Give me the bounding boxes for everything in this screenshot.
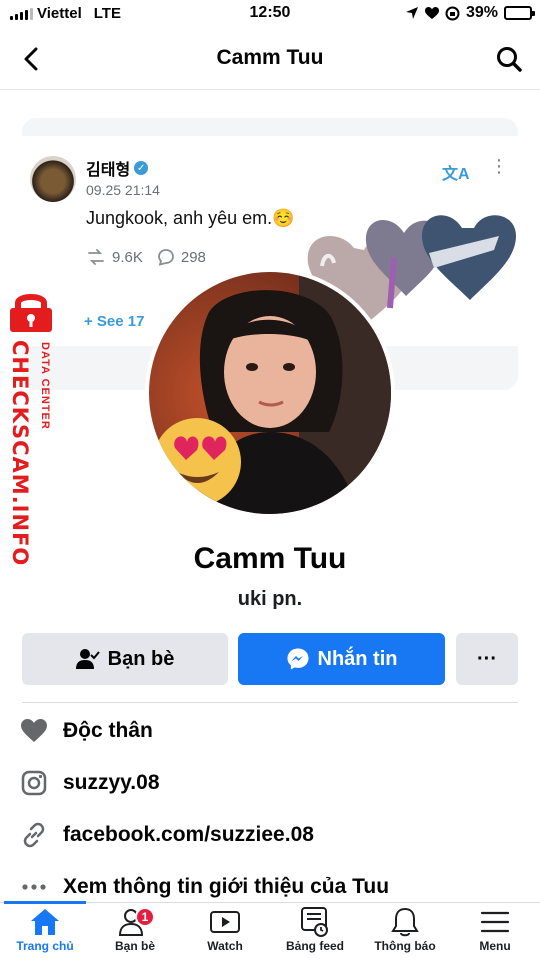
- message-button-label: Nhắn tin: [317, 647, 398, 670]
- bell-icon: [385, 905, 425, 939]
- retweet-count: 9.6K: [112, 248, 143, 266]
- friend-check-icon: [75, 649, 100, 669]
- tweet-text: Jungkook, anh yêu em.☺️: [86, 208, 295, 228]
- tab-watch[interactable]: Watch: [180, 905, 270, 960]
- more-dots-icon: [20, 873, 48, 901]
- watch-icon: [205, 905, 245, 939]
- battery-icon: [504, 6, 535, 20]
- tab-feed[interactable]: Bảng feed: [270, 905, 360, 960]
- search-button[interactable]: [492, 42, 526, 76]
- home-icon: [25, 905, 65, 939]
- tweet-timestamp: 09.25 21:14: [86, 182, 160, 198]
- profile-photo-image: [149, 272, 391, 514]
- checkscam-watermark: CHECKSCAM.INFO DATA CENTER: [2, 290, 62, 567]
- more-vertical-icon: ⋮: [490, 156, 508, 176]
- profile-bio: uki pn.: [237, 588, 303, 610]
- tab-friends[interactable]: 1 Bạn bè: [90, 905, 180, 960]
- detail-see-about[interactable]: Xem thông tin giới thiệu của Tuu: [20, 870, 520, 904]
- menu-icon: [475, 905, 515, 939]
- tab-label: Bảng feed: [285, 939, 344, 953]
- tab-label: Thông báo: [374, 939, 436, 953]
- link-icon: [20, 821, 48, 849]
- section-divider: [22, 702, 518, 703]
- location-icon: [405, 7, 418, 19]
- detail-instagram[interactable]: suzzyy.08: [20, 766, 520, 800]
- detail-relationship: Độc thân: [20, 714, 520, 748]
- detail-link[interactable]: facebook.com/suzziee.08: [20, 818, 520, 852]
- battery-percent: 39%: [465, 4, 498, 21]
- instagram-icon: [20, 769, 48, 797]
- friends-icon: 1: [115, 905, 155, 939]
- detail-text: suzzyy.08: [63, 771, 160, 794]
- message-button[interactable]: Nhắn tin: [238, 633, 445, 685]
- friends-button-label: Bạn bè: [107, 647, 175, 670]
- heart-status-icon: [424, 6, 439, 19]
- status-bar: Viettel LTE 12:50 39%: [0, 0, 540, 28]
- tweet-see-more: + See 17: [84, 313, 145, 330]
- profile-picture[interactable]: [145, 268, 395, 518]
- profile-name: Camm Tuu: [193, 542, 347, 575]
- detail-text: facebook.com/suzziee.08: [63, 823, 314, 846]
- tweet-author: 김태형 ✓: [86, 156, 149, 180]
- reply-icon: [157, 249, 174, 266]
- tweet-retweets: 9.6K: [86, 249, 143, 266]
- watermark-sub-text: DATA CENTER: [39, 342, 51, 430]
- reply-count: 298: [180, 248, 206, 266]
- tab-label: Trang chủ: [16, 939, 74, 953]
- bottom-tab-bar: Trang chủ 1 Bạn bè Watch Bảng feed Thông…: [0, 901, 540, 960]
- profile-header: Camm Tuu: [0, 28, 540, 90]
- tab-menu[interactable]: Menu: [450, 905, 540, 960]
- messenger-icon: [287, 648, 308, 670]
- tab-home[interactable]: Trang chủ: [0, 905, 90, 960]
- friends-badge: 1: [135, 907, 155, 927]
- translate-icon: 文A: [442, 166, 470, 183]
- detail-text: Xem thông tin giới thiệu của Tuu: [63, 875, 390, 898]
- tweet-stats: 9.6K 298: [86, 248, 206, 266]
- retweet-icon: [88, 249, 104, 265]
- heart-icon: [20, 717, 48, 745]
- tweet-author-name: 김태형: [86, 162, 131, 179]
- more-options-button[interactable]: ···: [456, 633, 518, 685]
- tab-notifications[interactable]: Thông báo: [360, 905, 450, 960]
- rotation-lock-icon: [445, 6, 460, 20]
- active-tab-indicator: [4, 901, 86, 904]
- more-options-label: ···: [477, 647, 497, 670]
- page-title: Camm Tuu: [216, 46, 324, 69]
- watermark-main-text: CHECKSCAM.INFO: [8, 340, 32, 567]
- detail-text: Độc thân: [63, 719, 153, 742]
- tweet-avatar: [30, 156, 76, 202]
- tab-label: Watch: [207, 939, 243, 953]
- friends-button[interactable]: Bạn bè: [22, 633, 228, 685]
- status-right: 39%: [405, 4, 535, 22]
- feed-icon: [295, 905, 335, 939]
- tab-label: Menu: [479, 939, 511, 953]
- lock-icon: [10, 294, 52, 332]
- search-icon: [497, 47, 522, 72]
- tweet-replies: 298: [157, 248, 206, 266]
- verified-icon: ✓: [134, 161, 149, 175]
- tab-label: Bạn bè: [114, 939, 155, 953]
